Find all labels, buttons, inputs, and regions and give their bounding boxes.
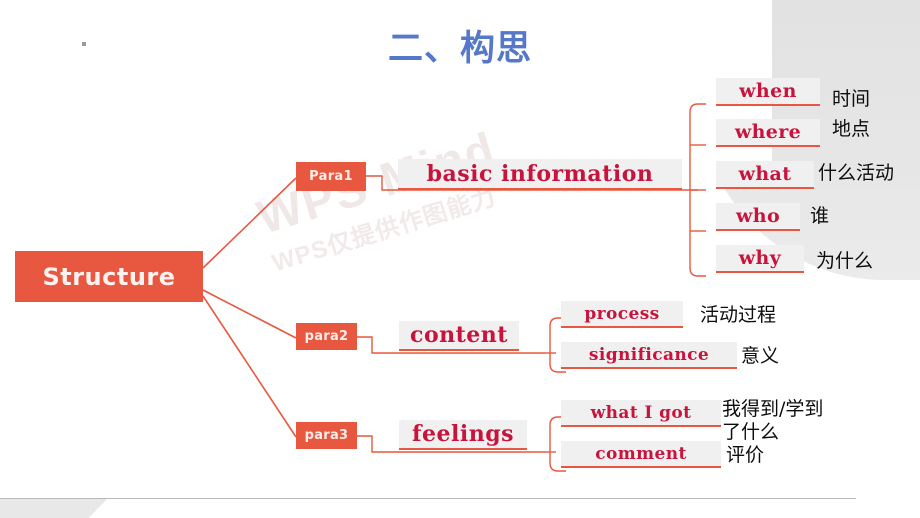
- leaf-significance-label: significance: [588, 344, 710, 365]
- mindmap-leaf-who[interactable]: who: [716, 203, 800, 231]
- leaf-where-label: where: [734, 121, 802, 143]
- annotation-significance: 意义: [741, 345, 780, 367]
- wire-root-para1: [202, 177, 297, 269]
- mindmap-root-structure[interactable]: Structure: [15, 251, 203, 302]
- leaf-comment-label: comment: [595, 443, 687, 464]
- mindmap-node-para1[interactable]: Para1: [296, 162, 366, 191]
- leaf-when-label: when: [739, 80, 797, 102]
- leaf-what-label: what: [738, 163, 792, 185]
- wire-root-para3: [202, 295, 297, 438]
- annotation-process: 活动过程: [700, 304, 777, 326]
- mindmap-leaf-where[interactable]: where: [716, 119, 820, 147]
- annotation-who: 谁: [810, 205, 830, 227]
- leaf-what-i-got-label: what I got: [590, 402, 692, 423]
- mindmap-leaf-comment[interactable]: comment: [561, 441, 721, 468]
- mindmap-leaf-significance[interactable]: significance: [561, 342, 737, 369]
- mindmap-leaf-what[interactable]: what: [716, 161, 814, 189]
- annotation-when: 时间: [832, 88, 871, 110]
- annotation-comment: 评价: [726, 444, 765, 466]
- leaf-process-label: process: [584, 303, 660, 324]
- para1-label: Para1: [309, 169, 353, 184]
- mindmap-node-para3[interactable]: para3: [296, 422, 357, 449]
- mindmap-leaf-process[interactable]: process: [561, 301, 683, 328]
- mindmap-topic-content[interactable]: content: [399, 321, 519, 351]
- annotation-what: 什么活动: [818, 162, 895, 184]
- mindmap-topic-feelings[interactable]: feelings: [399, 420, 527, 450]
- annotation-why: 为什么: [816, 250, 874, 272]
- mindmap-leaf-when[interactable]: when: [716, 78, 820, 106]
- mindmap-leaf-why[interactable]: why: [716, 245, 804, 273]
- topic1-label: basic information: [426, 160, 654, 187]
- mindmap-node-para2[interactable]: para2: [296, 323, 357, 350]
- topic2-label: content: [410, 322, 508, 348]
- leaf-why-label: why: [738, 247, 782, 269]
- slide-canvas: WPS Mind WPS仅提供作图能力 二、构思 Structure Para1: [0, 0, 920, 518]
- root-label: Structure: [42, 262, 176, 291]
- page-title: 二、构思: [387, 29, 532, 69]
- para3-label: para3: [304, 428, 349, 443]
- mindmap-topic-basic-information[interactable]: basic information: [398, 159, 682, 190]
- mindmap-leaf-what-i-got[interactable]: what I got: [561, 400, 721, 427]
- annotation-where: 地点: [832, 118, 871, 140]
- topic3-label: feelings: [412, 421, 514, 447]
- para2-label: para2: [304, 329, 349, 344]
- annotation-what-i-got: 我得到/学到了什么: [722, 398, 824, 443]
- leaf-who-label: who: [735, 205, 781, 227]
- wire-root-para2: [202, 289, 297, 339]
